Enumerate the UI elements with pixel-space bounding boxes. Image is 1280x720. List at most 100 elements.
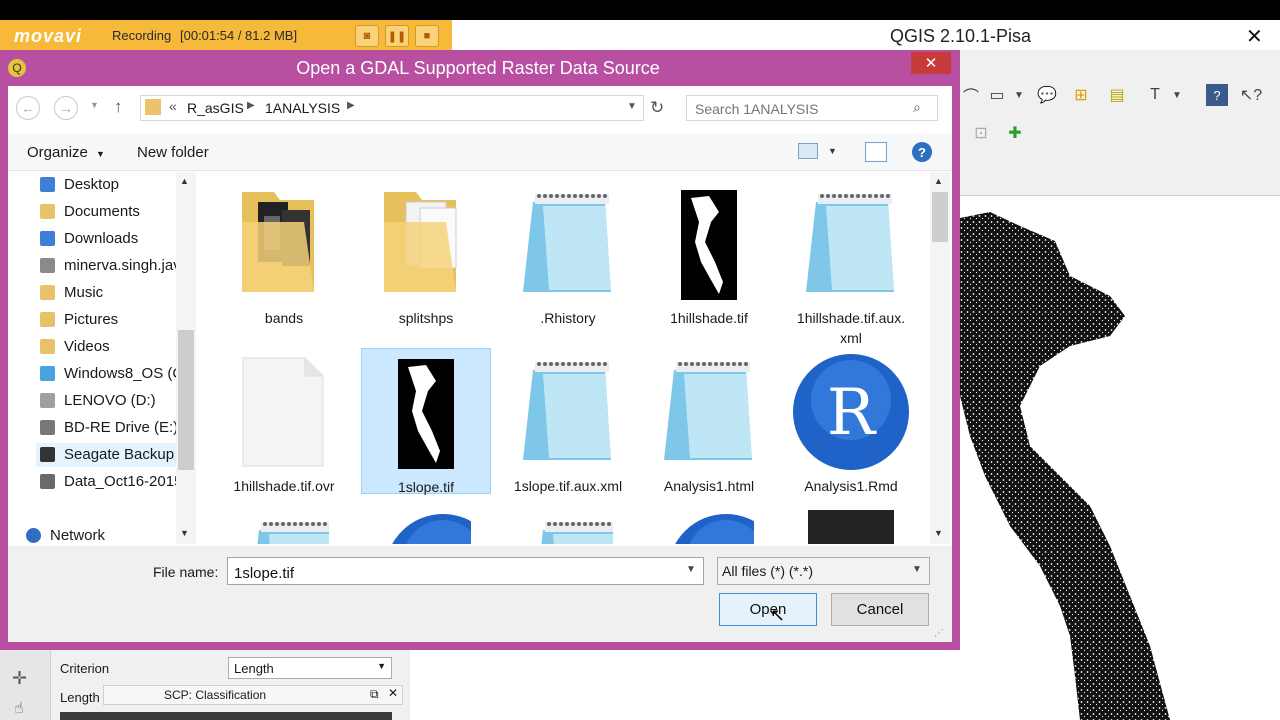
- measure-icon[interactable]: ▭: [986, 84, 1008, 106]
- pause-icon[interactable]: ❚❚: [385, 25, 409, 47]
- nav-item[interactable]: Documents: [36, 200, 176, 224]
- recent-locations-icon[interactable]: ▼: [90, 100, 99, 110]
- preview-pane-icon[interactable]: [865, 142, 887, 162]
- dialog-close-button[interactable]: ✕: [911, 52, 951, 74]
- nav-item-label: Network: [50, 527, 106, 544]
- address-bar[interactable]: « R_asGIS ▶ 1ANALYSIS ▶ ▼: [140, 95, 644, 121]
- chevron-down-icon: ▼: [912, 564, 922, 575]
- scroll-down-icon[interactable]: ▼: [180, 528, 189, 538]
- nav-item-label: Data_Oct16-2015: [64, 473, 183, 490]
- file-type-select[interactable]: All files (*) (*.*) ▼: [717, 557, 930, 585]
- breadcrumb-1analysis[interactable]: 1ANALYSIS: [265, 100, 340, 116]
- plugin-disabled-icon[interactable]: ⊡: [970, 122, 992, 144]
- breadcrumb-overflow[interactable]: «: [169, 98, 177, 114]
- nav-item[interactable]: Seagate Backup: [36, 443, 176, 467]
- search-box[interactable]: ⌕: [686, 95, 938, 121]
- plugin-scp-icon[interactable]: ✚: [1004, 122, 1026, 144]
- file-list-scroll-thumb[interactable]: [932, 192, 948, 242]
- screenshot-icon[interactable]: ◙: [355, 25, 379, 47]
- file-item-partial[interactable]: R: [664, 510, 754, 544]
- nav-item-label: minerva.singh.java: [64, 257, 190, 274]
- organize-button[interactable]: Organize ▼: [27, 144, 105, 161]
- file-item[interactable]: 1hillshade.tif.aux. xml: [786, 180, 916, 346]
- resize-grip-icon[interactable]: ⋰: [934, 628, 944, 639]
- nav-item[interactable]: Music: [36, 281, 176, 305]
- svg-text:R: R: [702, 536, 752, 544]
- file-item[interactable]: 1slope.tif.aux.xml: [503, 348, 633, 494]
- help-icon[interactable]: ?: [912, 142, 932, 162]
- refresh-icon[interactable]: ↻: [650, 98, 664, 118]
- address-dropdown-icon[interactable]: ▼: [627, 101, 637, 112]
- search-input[interactable]: [693, 99, 911, 119]
- help-icon[interactable]: ?: [1206, 84, 1228, 106]
- hand-icon[interactable]: ☝: [14, 698, 24, 718]
- file-item[interactable]: splitshps: [361, 180, 491, 326]
- file-item[interactable]: .Rhistory: [503, 180, 633, 326]
- close-icon[interactable]: ✕: [388, 686, 398, 700]
- file-item-partial[interactable]: [523, 510, 613, 544]
- nav-item-label: Documents: [64, 203, 140, 220]
- file-item-label: 1hillshade.tif.aux. xml: [796, 310, 906, 346]
- view-dropdown-icon[interactable]: ▼: [828, 146, 837, 156]
- nav-item[interactable]: Network: [22, 524, 176, 548]
- crosshair-icon[interactable]: ✛: [12, 668, 27, 689]
- forward-icon[interactable]: →: [54, 96, 78, 120]
- whats-this-icon[interactable]: ↖?: [1240, 84, 1262, 106]
- file-name-input[interactable]: [232, 562, 676, 584]
- criterion-select[interactable]: Length ▼: [228, 657, 392, 679]
- nav-item[interactable]: LENOVO (D:): [36, 389, 176, 413]
- stop-icon[interactable]: ■: [415, 25, 439, 47]
- search-icon[interactable]: ⌕: [913, 99, 921, 116]
- cancel-button[interactable]: Cancel: [831, 593, 929, 626]
- new-folder-button[interactable]: New folder: [137, 144, 209, 161]
- file-item[interactable]: bands: [219, 180, 349, 326]
- text-annotation-icon[interactable]: T: [1144, 84, 1166, 106]
- nav-item[interactable]: Desktop: [36, 173, 176, 197]
- map-canvas[interactable]: [960, 196, 1280, 720]
- chevron-down-icon: ▼: [96, 149, 105, 159]
- scp-dock-header: SCP: Classification ⧉ ✕: [103, 685, 403, 705]
- folder-icon: [219, 182, 349, 306]
- file-item[interactable]: R Analysis1.Rmd: [786, 348, 916, 494]
- map-tips-icon[interactable]: ⊞: [1070, 84, 1092, 106]
- nav-item[interactable]: Data_Oct16-2015: [36, 470, 182, 494]
- file-name-combobox[interactable]: ▼: [227, 557, 704, 585]
- file-item[interactable]: 1hillshade.tif: [644, 180, 774, 326]
- scroll-up-icon[interactable]: ▲: [180, 176, 189, 186]
- nav-item[interactable]: BD-RE Drive (E:): [36, 416, 178, 440]
- scroll-up-icon[interactable]: ▲: [934, 176, 943, 186]
- breadcrumb-chevron-icon[interactable]: ▶: [347, 100, 355, 111]
- nav-item[interactable]: Pictures: [36, 308, 176, 332]
- chevron-down-icon[interactable]: ▼: [686, 564, 696, 575]
- annotation-icon[interactable]: 💬: [1036, 84, 1058, 106]
- nav-item[interactable]: Downloads: [36, 227, 176, 251]
- file-item-partial[interactable]: R: [381, 510, 471, 544]
- breadcrumb-chevron-icon[interactable]: ▶: [247, 100, 255, 111]
- bookmark-icon[interactable]: ▤: [1106, 84, 1128, 106]
- float-icon[interactable]: ⧉: [370, 687, 379, 702]
- nav-item[interactable]: minerva.singh.java: [36, 254, 189, 278]
- up-icon[interactable]: ↑: [114, 97, 123, 117]
- back-icon[interactable]: ←: [16, 96, 40, 120]
- scp-dock-title: SCP: Classification: [164, 688, 267, 702]
- file-name-label: File name:: [153, 564, 219, 580]
- nav-item-label: Videos: [64, 338, 110, 355]
- open-button[interactable]: Open: [719, 593, 817, 626]
- file-item[interactable]: 1hillshade.tif.ovr: [219, 348, 349, 494]
- nav-pane-scroll-thumb[interactable]: [178, 330, 194, 470]
- file-item[interactable]: Analysis1.html: [644, 348, 774, 494]
- curve-icon[interactable]: ⌒: [960, 84, 982, 106]
- text-dropdown-icon[interactable]: ▼: [1166, 84, 1188, 106]
- scroll-down-icon[interactable]: ▼: [934, 528, 943, 538]
- file-item-partial[interactable]: [806, 510, 896, 544]
- file-item-partial[interactable]: [239, 510, 329, 544]
- criterion-value: Length: [234, 661, 274, 676]
- nav-item-icon: [40, 339, 55, 354]
- nav-item[interactable]: Videos: [36, 335, 176, 359]
- view-mode-icon[interactable]: [798, 143, 818, 159]
- nav-item[interactable]: Windows8_OS (C:): [36, 362, 192, 386]
- qgis-close-icon[interactable]: ✕: [1246, 24, 1263, 49]
- measure-dropdown-icon[interactable]: ▼: [1008, 84, 1030, 106]
- breadcrumb-r-asgis[interactable]: R_asGIS: [187, 100, 244, 116]
- file-item[interactable]: 1slope.tif: [361, 348, 491, 495]
